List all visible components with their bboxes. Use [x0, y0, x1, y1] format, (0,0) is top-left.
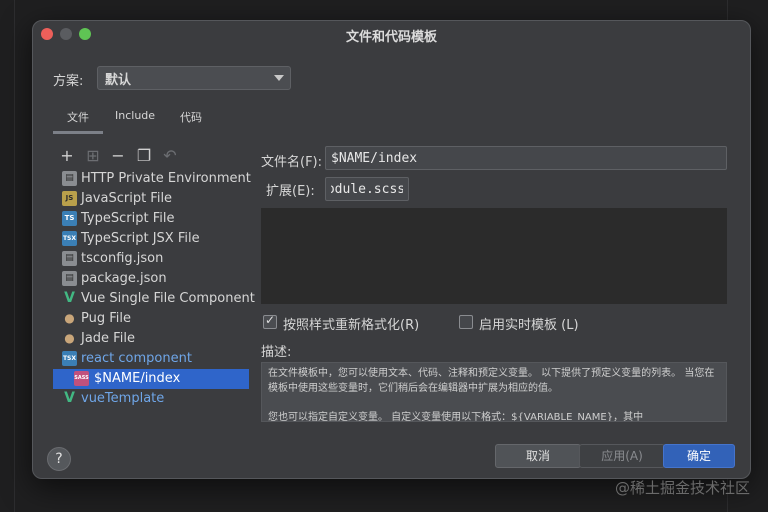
template-item[interactable]: TS TypeScript File — [53, 209, 249, 229]
chevron-down-icon — [274, 75, 284, 81]
reformat-checkbox[interactable] — [263, 313, 277, 329]
help-button[interactable]: ? — [47, 447, 71, 471]
template-item[interactable]: TSX react component — [53, 349, 249, 369]
vue-icon: V — [64, 290, 75, 306]
scheme-select[interactable]: 默认 — [97, 66, 291, 90]
extension-field[interactable] — [325, 177, 409, 201]
title-bar: 文件和代码模板 — [33, 21, 750, 47]
active-tab-indicator — [53, 131, 103, 134]
apply-button[interactable]: 应用(A) — [579, 444, 665, 468]
file-templates-dialog: 文件和代码模板 方案: 默认 文件 Include 代码 + ⊞ − ❐ ↶ ▤… — [32, 20, 751, 479]
template-list: ▤ HTTP Private Environment JS JavaScript… — [53, 169, 255, 409]
template-code-editor[interactable] — [261, 208, 727, 304]
live-template-label: 启用实时模板 (L) — [479, 318, 579, 333]
js-file-icon: JS — [62, 191, 77, 206]
file-icon: ▤ — [62, 251, 77, 266]
template-item[interactable]: ▤ package.json — [53, 269, 249, 289]
minus-icon[interactable]: − — [110, 148, 126, 164]
tsx-file-icon: TSX — [62, 351, 77, 366]
scheme-value: 默认 — [105, 73, 132, 88]
tab-code[interactable]: 代码 — [180, 109, 202, 125]
filename-label: 文件名(F): — [261, 155, 323, 170]
description-panel: 在文件模板中，您可以使用文本、代码、注释和预定义变量。 以下提供了预定义变量的列… — [261, 362, 727, 422]
template-item[interactable]: ▤ HTTP Private Environment — [53, 169, 251, 189]
copy-child-icon[interactable]: ⊞ — [85, 148, 101, 164]
template-item[interactable]: ▤ tsconfig.json — [53, 249, 249, 269]
template-item[interactable]: ● Jade File — [53, 329, 249, 349]
filename-input[interactable] — [326, 147, 726, 169]
template-item-selected[interactable]: SASS $NAME/index — [53, 369, 249, 389]
extension-input[interactable] — [326, 178, 408, 200]
cancel-button[interactable]: 取消 — [495, 444, 581, 468]
ok-button[interactable]: 确定 — [663, 444, 735, 468]
pug-icon: ● — [64, 331, 75, 345]
tab-include[interactable]: Include — [115, 109, 155, 122]
template-item[interactable]: V Vue Single File Component — [53, 289, 255, 309]
dialog-title: 文件和代码模板 — [345, 30, 437, 45]
file-icon: ▤ — [62, 271, 77, 286]
template-item[interactable]: JS JavaScript File — [53, 189, 249, 209]
sass-file-icon: SASS — [74, 371, 89, 386]
revert-icon[interactable]: ↶ — [162, 148, 178, 164]
reformat-label: 按照样式重新格式化(R) — [283, 318, 420, 333]
description-text-2: 您也可以指定自定义变量。 自定义变量使用以下格式：${VARIABLE_NAME… — [268, 412, 644, 422]
extension-label: 扩展(E): — [266, 184, 315, 199]
template-item[interactable]: ● Pug File — [53, 309, 249, 329]
file-icon: ▤ — [62, 171, 77, 186]
description-text: 在文件模板中，您可以使用文本、代码、注释和预定义变量。 以下提供了预定义变量的列… — [268, 368, 715, 394]
template-item[interactable]: TSX TypeScript JSX File — [53, 229, 249, 249]
tsx-file-icon: TSX — [62, 231, 77, 246]
plus-icon[interactable]: + — [59, 148, 75, 164]
tab-files[interactable]: 文件 — [67, 109, 89, 125]
duplicate-icon[interactable]: ❐ — [136, 148, 152, 164]
scheme-label: 方案: — [53, 74, 84, 89]
watermark: @稀土掘金技术社区 — [614, 479, 750, 497]
description-label: 描述: — [261, 345, 292, 360]
filename-field[interactable] — [325, 146, 727, 170]
template-item[interactable]: V vueTemplate — [53, 389, 249, 409]
live-template-checkbox[interactable] — [459, 315, 473, 329]
ts-file-icon: TS — [62, 211, 77, 226]
vue-icon: V — [64, 390, 75, 406]
pug-icon: ● — [64, 311, 75, 325]
